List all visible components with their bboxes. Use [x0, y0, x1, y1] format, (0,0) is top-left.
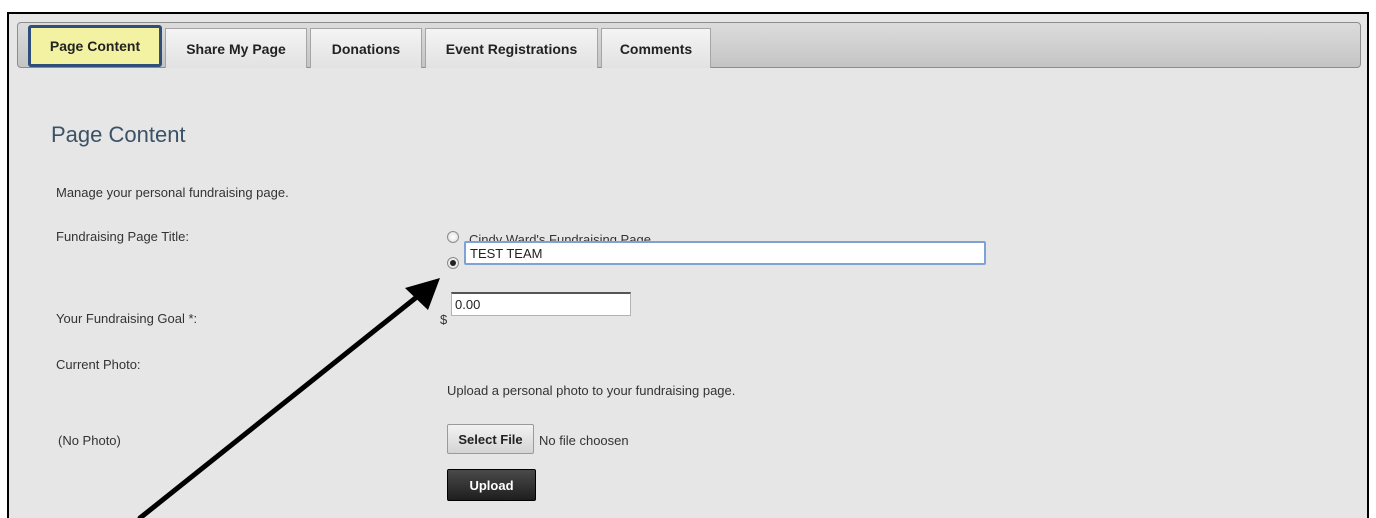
tab-page-content[interactable]: Page Content — [28, 25, 162, 67]
fundraising-page-title-label: Fundraising Page Title: — [56, 229, 189, 244]
tab-comments[interactable]: Comments — [601, 28, 711, 68]
tab-bar: Page Content Share My Page Donations Eve… — [17, 22, 1361, 68]
title-option-default-radio[interactable] — [447, 231, 459, 243]
currency-symbol: $ — [440, 312, 448, 327]
title-option-custom-radio[interactable] — [447, 257, 459, 269]
tab-event-registrations[interactable]: Event Registrations — [425, 28, 598, 68]
fundraising-goal-input[interactable] — [451, 292, 631, 316]
custom-title-input[interactable] — [464, 241, 986, 265]
no-photo-text: (No Photo) — [58, 433, 121, 448]
tab-share-my-page[interactable]: Share My Page — [165, 28, 307, 68]
fundraising-goal-label: Your Fundraising Goal *: — [56, 311, 198, 326]
upload-hint-text: Upload a personal photo to your fundrais… — [447, 383, 736, 398]
select-file-button[interactable]: Select File — [447, 424, 534, 454]
tab-donations[interactable]: Donations — [310, 28, 422, 68]
page-title: Page Content — [51, 122, 186, 147]
upload-button[interactable]: Upload — [447, 469, 536, 501]
page-description: Manage your personal fundraising page. — [56, 185, 289, 200]
current-photo-label: Current Photo: — [56, 357, 141, 372]
file-status-text: No file choosen — [539, 433, 629, 448]
fundraising-panel: Page Content Share My Page Donations Eve… — [7, 12, 1369, 518]
